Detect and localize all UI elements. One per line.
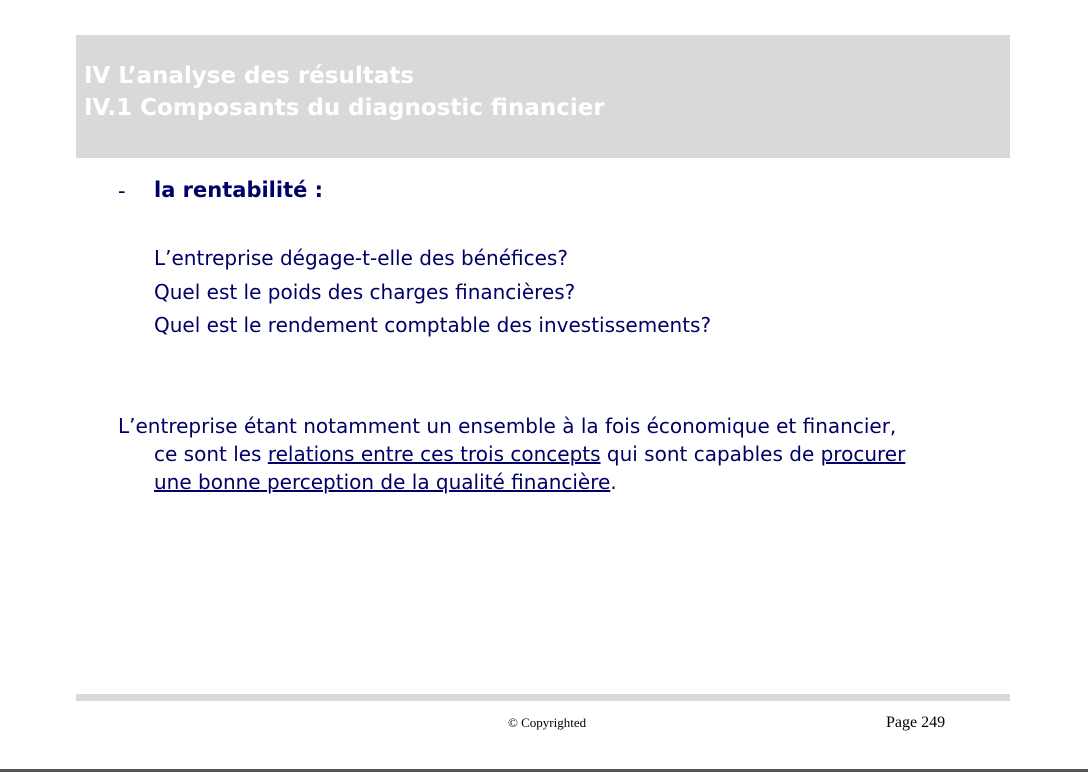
underlined-phrase-procurer: procurer xyxy=(820,442,906,466)
paragraph-line-2: ce sont les relations entre ces trois co… xyxy=(154,442,905,466)
slide-title-line-1: IV L’analyse des résultats xyxy=(84,63,414,89)
copyright-notice: © Copyrighted xyxy=(508,715,587,730)
paragraph-period: . xyxy=(610,470,617,494)
question-2: Quel est le poids des charges financière… xyxy=(154,280,576,304)
paragraph-line-3: une bonne perception de la qualité finan… xyxy=(154,470,617,494)
slide-title: IV L’analyse des résultats IV.1 Composan… xyxy=(84,60,605,124)
paragraph-line-1: L’entreprise étant notamment un ensemble… xyxy=(118,414,897,438)
bullet-dash: - xyxy=(118,179,126,203)
question-3: Quel est le rendement comptable des inve… xyxy=(154,313,712,337)
page-number: Page 249 xyxy=(886,714,946,731)
footer-divider xyxy=(76,694,1010,701)
section-heading: la rentabilité : xyxy=(154,178,324,202)
paragraph-text: ce sont les xyxy=(154,442,268,466)
slide-title-line-2: IV.1 Composants du diagnostic financier xyxy=(84,95,605,121)
question-1: L’entreprise dégage-t-elle des bénéfices… xyxy=(154,246,568,270)
underlined-phrase-concepts: relations entre ces trois concepts xyxy=(267,442,601,466)
paragraph-text: qui sont capables de xyxy=(600,442,821,466)
underlined-phrase-perception: une bonne perception de la qualité finan… xyxy=(154,470,611,494)
